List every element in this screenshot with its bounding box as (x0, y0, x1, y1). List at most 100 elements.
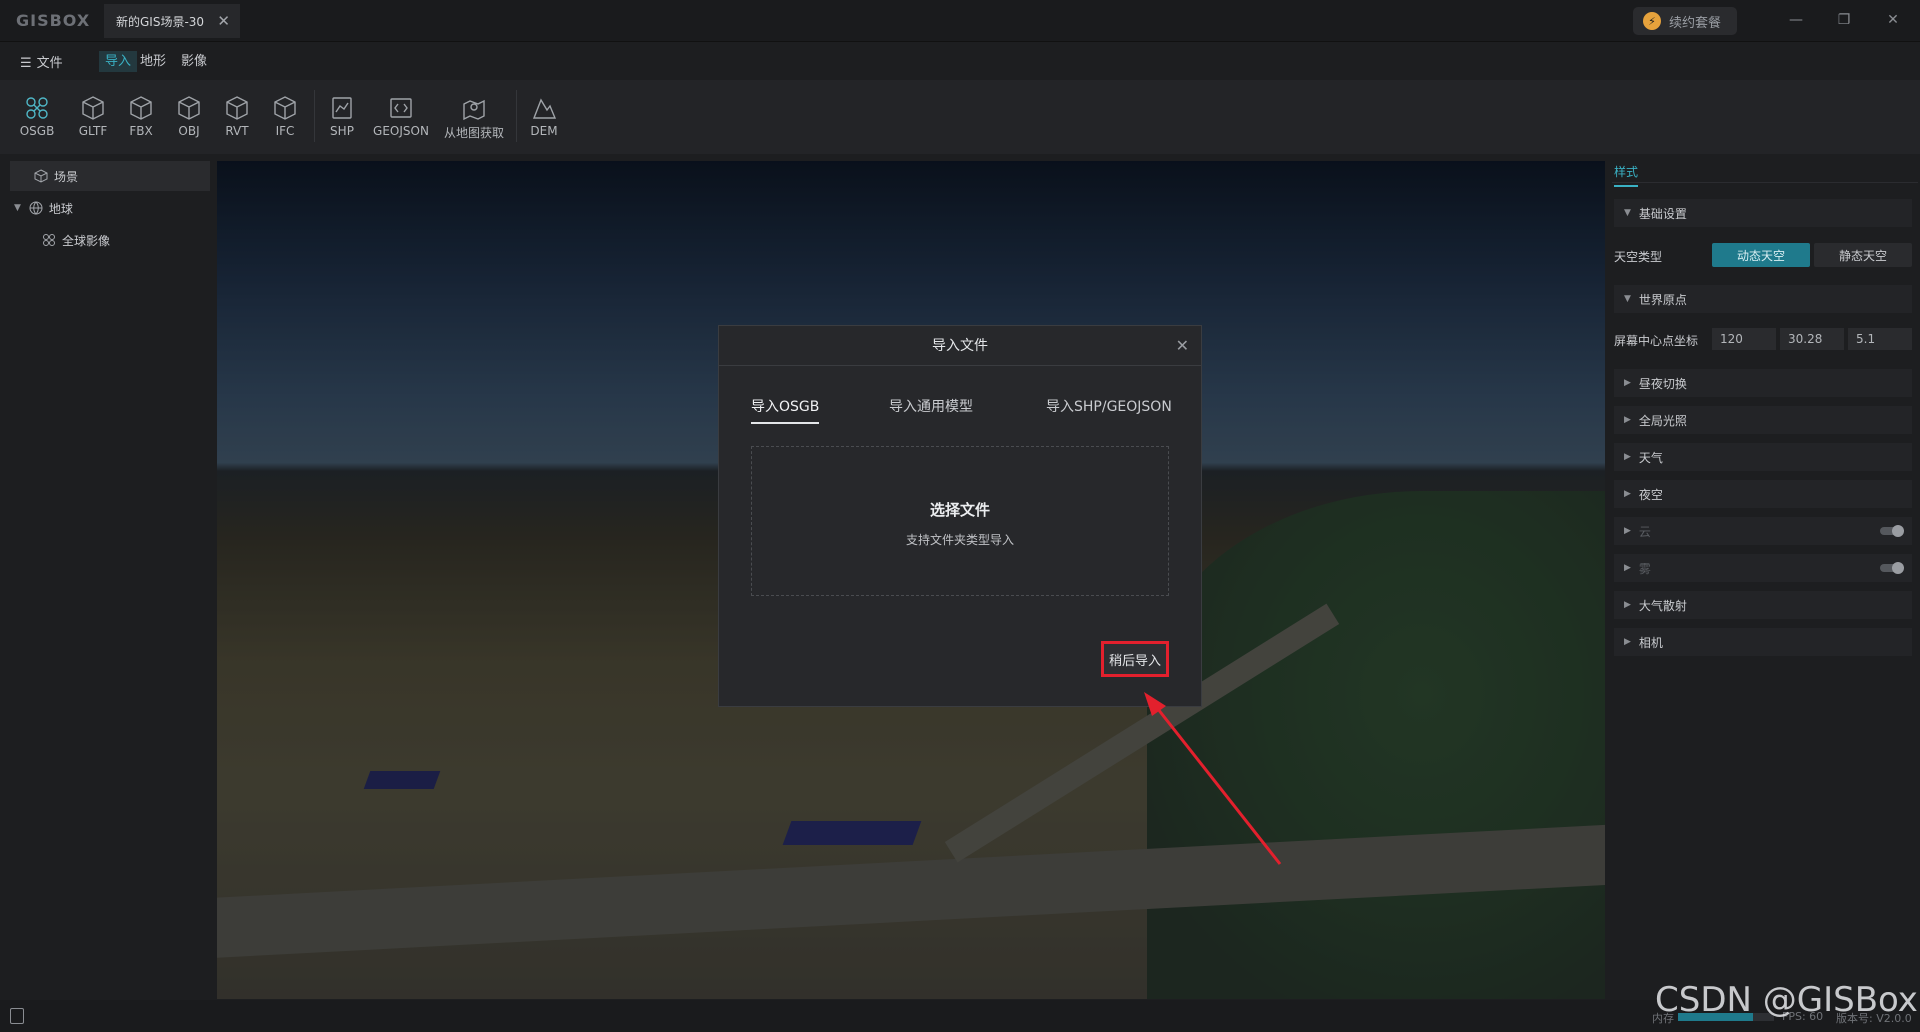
close-icon[interactable]: ✕ (1176, 336, 1189, 355)
minimize-icon[interactable]: — (1786, 10, 1806, 30)
from-map-tool-button[interactable]: 从地图获取 (440, 94, 508, 141)
section-fog[interactable]: ▶ 雾 (1614, 554, 1912, 582)
tool-label: OSGB (19, 124, 55, 138)
geojson-icon (390, 98, 412, 118)
tool-label: DEM (530, 124, 558, 138)
section-label: 雾 (1638, 561, 1651, 576)
terrain-icon (532, 98, 557, 119)
tab-terrain[interactable]: 地形 (134, 51, 172, 72)
caret-right-icon: ▶ (1624, 415, 1631, 425)
tree-item-global-imagery[interactable]: 全球影像 (10, 225, 210, 255)
hamburger-icon: ☰ (20, 56, 32, 71)
renew-plan-button[interactable]: ⚡ 续约套餐 (1633, 7, 1737, 35)
section-world-origin[interactable]: ▼ 世界原点 (1614, 285, 1912, 313)
map-pin-icon (463, 99, 485, 121)
section-cloud[interactable]: ▶ 云 (1614, 517, 1912, 545)
section-atmosphere[interactable]: ▶ 大气散射 (1614, 591, 1912, 619)
section-global-light[interactable]: ▶ 全局光照 (1614, 406, 1912, 434)
file-menu-label: 文件 (36, 56, 63, 71)
tree-item-label: 场景 (54, 169, 79, 184)
cube-icon (226, 96, 248, 120)
import-toolbar: OSGB GLTF FBX OBJ RVT IFC SHP GEOJSON 从地… (0, 80, 1920, 154)
shapefile-icon (332, 97, 352, 119)
caret-right-icon: ▶ (1624, 526, 1631, 536)
rvt-tool-button[interactable]: RVT (212, 94, 262, 138)
close-tab-icon[interactable]: ✕ (217, 12, 230, 30)
app-logo: GISBOX (16, 11, 91, 30)
cube-icon (130, 96, 152, 120)
title-bar: GISBOX 新的GIS场景-30 ✕ ⚡ 续约套餐 — ❐ ✕ (0, 0, 1920, 42)
latitude-input[interactable]: 30.28 (1780, 328, 1844, 350)
tree-item-earth[interactable]: ▼ 地球 (10, 193, 210, 223)
caret-right-icon: ▶ (1624, 563, 1631, 573)
gltf-tool-button[interactable]: GLTF (68, 94, 118, 138)
tab-import-generic-model[interactable]: 导入通用模型 (889, 396, 973, 422)
document-tab[interactable]: 新的GIS场景-30 ✕ (104, 4, 240, 38)
dynamic-sky-button[interactable]: 动态天空 (1712, 243, 1810, 267)
screen-center-label: 屏幕中心点坐标 (1614, 334, 1699, 348)
cube-icon (82, 96, 104, 120)
caret-right-icon: ▶ (1624, 378, 1631, 388)
fbx-tool-button[interactable]: FBX (116, 94, 166, 138)
longitude-input[interactable]: 120 (1712, 328, 1776, 350)
osgb-tool-button[interactable]: OSGB (12, 94, 62, 138)
static-sky-button[interactable]: 静态天空 (1814, 243, 1912, 267)
ifc-tool-button[interactable]: IFC (260, 94, 310, 138)
file-dropzone[interactable]: 选择文件 支持文件夹类型导入 (751, 446, 1169, 596)
caret-right-icon: ▶ (1624, 489, 1631, 499)
geojson-tool-button[interactable]: GEOJSON (370, 94, 432, 138)
fog-toggle[interactable] (1880, 562, 1904, 574)
caret-right-icon: ▶ (1624, 452, 1631, 462)
tree-item-scene[interactable]: 场景 (10, 161, 210, 191)
cube-icon (34, 169, 48, 183)
arrow-head (1144, 692, 1166, 716)
dialog-title: 导入文件 (719, 326, 1201, 366)
tool-label: RVT (225, 124, 249, 138)
restore-icon[interactable]: ❐ (1834, 10, 1854, 30)
section-weather[interactable]: ▶ 天气 (1614, 443, 1912, 471)
import-file-dialog: 导入文件 ✕ 导入OSGB 导入通用模型 导入SHP/GEOJSON 选择文件 … (718, 325, 1202, 707)
height-input[interactable]: 5.1 (1848, 328, 1912, 350)
section-label: 全局光照 (1638, 413, 1687, 428)
arrow-shaft (1152, 703, 1282, 865)
menu-bar: ☰ 文件 导入 地形 影像 (0, 43, 1920, 79)
tool-label: OBJ (178, 124, 200, 138)
cube-icon (274, 96, 296, 120)
close-window-icon[interactable]: ✕ (1883, 10, 1903, 30)
tool-label: GLTF (78, 124, 108, 138)
section-label: 基础设置 (1638, 206, 1687, 221)
section-camera[interactable]: ▶ 相机 (1614, 628, 1912, 656)
tab-import-osgb[interactable]: 导入OSGB (751, 396, 820, 424)
caret-right-icon: ▶ (1624, 637, 1631, 647)
section-label: 云 (1638, 524, 1651, 539)
sky-type-label: 天空类型 (1614, 250, 1663, 264)
tab-imagery[interactable]: 影像 (175, 51, 213, 72)
section-label: 世界原点 (1638, 292, 1687, 307)
drone-icon (26, 97, 48, 119)
caret-right-icon: ▶ (1624, 600, 1631, 610)
dem-tool-button[interactable]: DEM (519, 94, 569, 138)
style-panel: 样式 ▼ 基础设置 天空类型 动态天空 静态天空 ▼ 世界原点 屏幕中心点坐标 … (1608, 155, 1920, 1000)
toolbar-divider (516, 90, 517, 142)
log-icon[interactable] (10, 1008, 24, 1024)
shp-tool-button[interactable]: SHP (317, 94, 367, 138)
section-label: 大气散射 (1638, 598, 1687, 613)
caret-down-icon: ▼ (1624, 294, 1631, 304)
section-label: 天气 (1638, 450, 1663, 465)
document-tab-label: 新的GIS场景-30 (116, 14, 205, 29)
section-label: 夜空 (1638, 487, 1663, 502)
tool-label: GEOJSON (373, 124, 429, 138)
tab-import-shp-geojson[interactable]: 导入SHP/GEOJSON (1046, 396, 1172, 422)
tab-import[interactable]: 导入 (99, 51, 138, 72)
obj-tool-button[interactable]: OBJ (164, 94, 214, 138)
divider (1612, 182, 1918, 183)
tab-style[interactable]: 样式 (1614, 163, 1639, 187)
section-night-sky[interactable]: ▶ 夜空 (1614, 480, 1912, 508)
caret-down-icon[interactable]: ▼ (14, 203, 21, 213)
section-basic-settings[interactable]: ▼ 基础设置 (1614, 199, 1912, 227)
tool-label: FBX (129, 124, 153, 138)
cloud-toggle[interactable] (1880, 525, 1904, 537)
section-day-night[interactable]: ▶ 昼夜切换 (1614, 369, 1912, 397)
import-later-button[interactable]: 稍后导入 (1101, 641, 1169, 677)
file-menu[interactable]: ☰ 文件 (20, 52, 63, 71)
